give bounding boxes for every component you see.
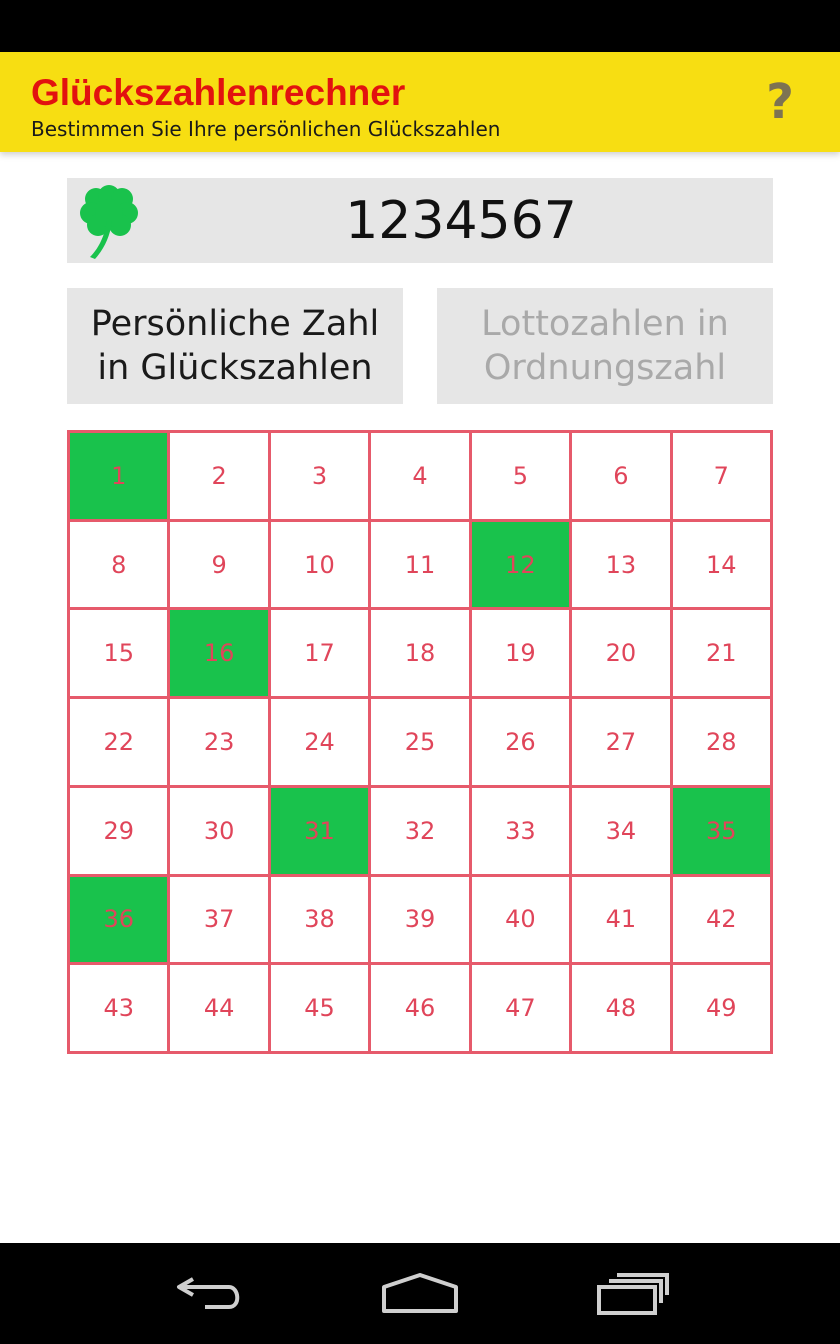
grid-cell-49[interactable]: 49: [672, 965, 770, 1051]
grid-cell-23[interactable]: 23: [170, 699, 268, 785]
grid-cell-12[interactable]: 12: [471, 521, 570, 608]
grid-cell-17[interactable]: 17: [270, 610, 369, 697]
navigation-bar: [0, 1243, 840, 1344]
grid-cell-43[interactable]: 43: [70, 965, 168, 1051]
number-input-display[interactable]: 1234567: [67, 178, 773, 263]
grid-cell-1[interactable]: 1: [70, 433, 168, 519]
grid-cell-3[interactable]: 3: [270, 433, 369, 519]
grid-cell-33[interactable]: 33: [471, 787, 570, 874]
grid-cell-48[interactable]: 48: [572, 965, 670, 1051]
personal-to-lucky-button[interactable]: Persönliche Zahl in Glückszahlen: [67, 288, 403, 404]
grid-cell-47[interactable]: 47: [471, 965, 570, 1051]
grid-cell-38[interactable]: 38: [270, 876, 369, 963]
grid-cell-15[interactable]: 15: [70, 610, 168, 697]
grid-cell-13[interactable]: 13: [572, 521, 670, 608]
grid-cell-36[interactable]: 36: [70, 876, 168, 963]
grid-cell-29[interactable]: 29: [70, 787, 168, 874]
grid-cell-4[interactable]: 4: [371, 433, 469, 519]
grid-cell-35[interactable]: 35: [672, 787, 770, 874]
grid-cell-9[interactable]: 9: [170, 521, 268, 608]
back-icon: [177, 1277, 240, 1309]
grid-cell-2[interactable]: 2: [170, 433, 268, 519]
back-button[interactable]: [155, 1265, 265, 1321]
status-bar: [0, 0, 840, 52]
grid-cell-34[interactable]: 34: [572, 787, 670, 874]
grid-cell-25[interactable]: 25: [371, 699, 469, 785]
grid-cell-10[interactable]: 10: [270, 521, 369, 608]
grid-cell-14[interactable]: 14: [672, 521, 770, 608]
grid-cell-41[interactable]: 41: [572, 876, 670, 963]
lotto-to-ordinal-button[interactable]: Lottozahlen in Ordnungszahl: [437, 288, 773, 404]
grid-cell-44[interactable]: 44: [170, 965, 268, 1051]
home-button[interactable]: [365, 1265, 475, 1321]
grid-cell-28[interactable]: 28: [672, 699, 770, 785]
grid-cell-5[interactable]: 5: [471, 433, 570, 519]
home-icon: [382, 1273, 458, 1313]
number-value: 1234567: [345, 190, 577, 251]
grid-cell-37[interactable]: 37: [170, 876, 268, 963]
lotto-number-grid: 1 2 3 4 5 6 7 8 9 10 11 12 13 14 15 16 17 18 19 20 21 22 23 24 2…: [67, 430, 773, 1054]
recents-icon: [597, 1273, 669, 1315]
grid-cell-39[interactable]: 39: [371, 876, 469, 963]
grid-cell-31[interactable]: 31: [270, 787, 369, 874]
grid-cell-19[interactable]: 19: [471, 610, 570, 697]
grid-cell-22[interactable]: 22: [70, 699, 168, 785]
grid-cell-21[interactable]: 21: [672, 610, 770, 697]
grid-cell-40[interactable]: 40: [471, 876, 570, 963]
grid-cell-16[interactable]: 16: [170, 610, 268, 697]
grid-cell-27[interactable]: 27: [572, 699, 670, 785]
grid-cell-11[interactable]: 11: [371, 521, 469, 608]
grid-cell-18[interactable]: 18: [371, 610, 469, 697]
grid-cell-8[interactable]: 8: [70, 521, 168, 608]
grid-cell-7[interactable]: 7: [672, 433, 770, 519]
grid-cell-46[interactable]: 46: [371, 965, 469, 1051]
grid-cell-24[interactable]: 24: [270, 699, 369, 785]
app-subtitle: Bestimmen Sie Ihre persönlichen Glücksza…: [31, 117, 501, 141]
help-button[interactable]: ?: [750, 70, 810, 134]
grid-cell-20[interactable]: 20: [572, 610, 670, 697]
recents-button[interactable]: [578, 1265, 688, 1321]
grid-cell-6[interactable]: 6: [572, 433, 670, 519]
grid-cell-45[interactable]: 45: [270, 965, 369, 1051]
app-title: Glückszahlenrechner: [31, 72, 406, 113]
grid-cell-26[interactable]: 26: [471, 699, 570, 785]
grid-cell-42[interactable]: 42: [672, 876, 770, 963]
grid-cell-32[interactable]: 32: [371, 787, 469, 874]
app-header: Glückszahlenrechner Bestimmen Sie Ihre p…: [0, 52, 840, 152]
grid-cell-30[interactable]: 30: [170, 787, 268, 874]
